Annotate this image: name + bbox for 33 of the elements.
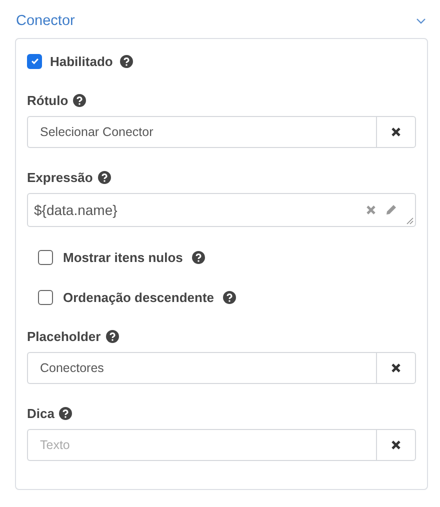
checkbox[interactable] <box>38 290 53 304</box>
check-icon <box>30 56 40 66</box>
field-label: Dica <box>27 406 54 420</box>
close-icon <box>391 363 401 373</box>
checkbox-label: Habilitado <box>50 54 113 68</box>
resize-handle-icon[interactable] <box>406 217 414 225</box>
section-title: Conector <box>15 13 75 29</box>
field-label: Placeholder <box>27 328 101 344</box>
checkbox-label: Mostrar itens nulos <box>63 250 183 264</box>
clear-icon[interactable] <box>366 205 376 215</box>
help-icon[interactable] <box>192 250 205 264</box>
chevron-icon[interactable] <box>416 18 426 24</box>
help-icon[interactable] <box>98 170 111 184</box>
help-icon[interactable] <box>73 94 86 106</box>
close-icon <box>391 440 401 450</box>
help-icon[interactable] <box>106 330 119 342</box>
checkbox[interactable] <box>27 54 42 68</box>
help-icon[interactable] <box>223 290 236 304</box>
clear-button[interactable] <box>376 116 416 148</box>
input-field[interactable]: Texto <box>27 429 376 461</box>
close-icon <box>391 127 401 137</box>
checkbox[interactable] <box>38 250 53 264</box>
clear-button[interactable] <box>376 429 416 461</box>
input-field[interactable]: Conectores <box>27 352 376 384</box>
checkbox-label: Ordenação descendente <box>63 290 214 304</box>
input-field[interactable]: Selecionar Conector <box>27 116 376 148</box>
field-label: Rótulo <box>27 92 68 108</box>
expression-field[interactable]: ${data.name} <box>27 193 416 227</box>
field-label: Expressão <box>27 170 93 184</box>
pencil-icon[interactable] <box>385 204 397 216</box>
help-icon[interactable] <box>59 406 72 420</box>
clear-button[interactable] <box>376 352 416 384</box>
help-icon[interactable] <box>120 54 133 68</box>
